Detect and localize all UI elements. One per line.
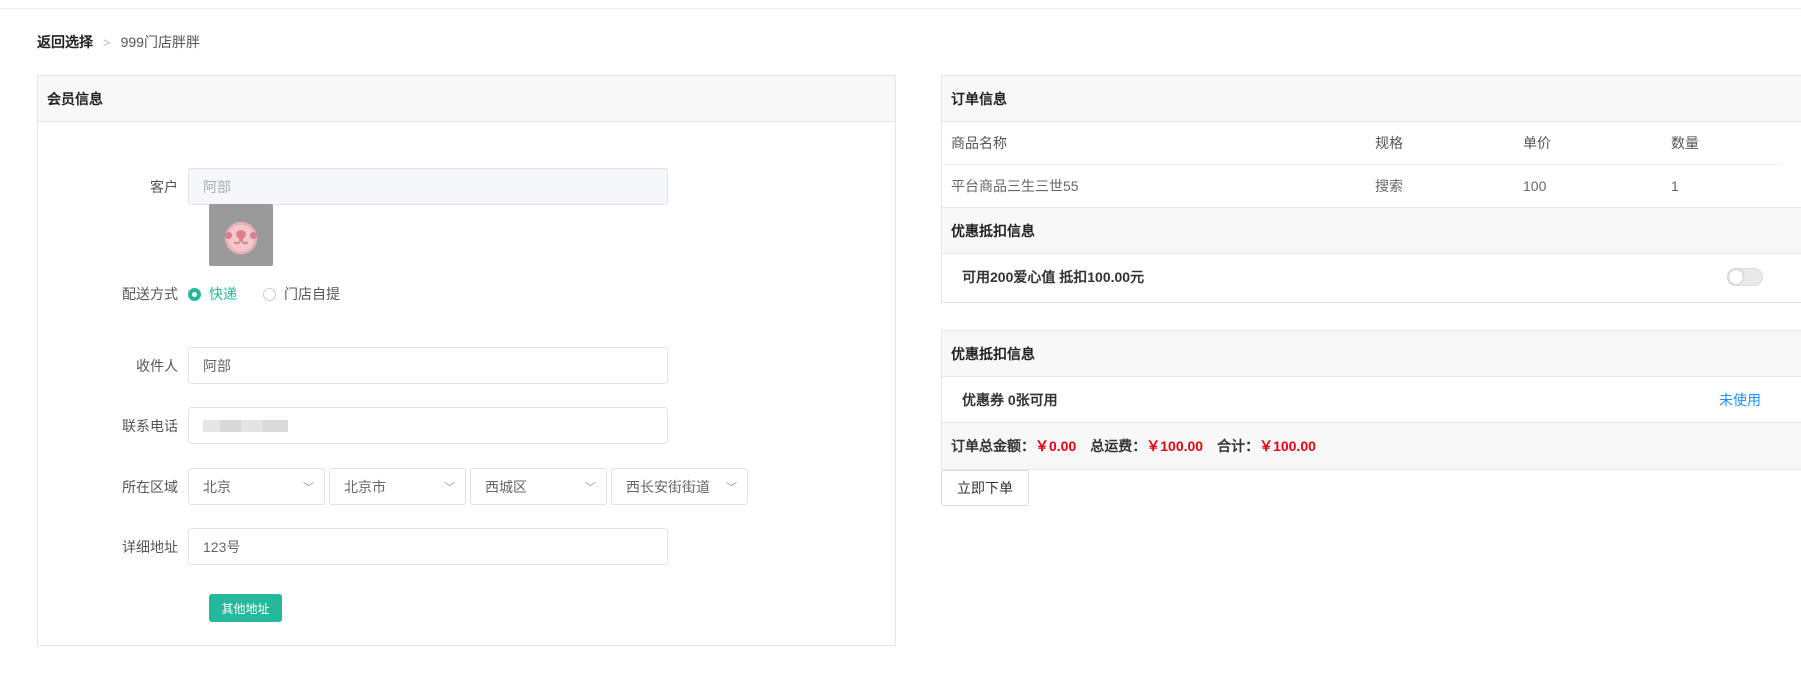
avatar: •ᴥ• [209,204,273,266]
address-label: 详细地址 [122,538,178,555]
place-order-button[interactable]: 立即下单 [941,470,1029,506]
street-select[interactable]: 西长安街街道 ﹀ [611,468,748,505]
cell-product-name: 平台商品三生三世55 [951,178,1079,194]
coupon-panel: 优惠抵扣信息 优惠券 0张可用 未使用 订单总金额： ￥0.00 总运费： ￥1… [941,330,1801,470]
chevron-down-icon: ﹀ [726,481,737,494]
sum-label: 合计： [1217,438,1260,454]
address-input[interactable]: 123号 [188,528,668,565]
radio-express[interactable]: 快递 [188,284,237,304]
radio-express-label: 快递 [209,286,237,302]
discount-text: 可用200爱心值 抵扣100.00元 [962,269,1145,285]
delivery-row: 配送方式 快递 门店自提 [38,284,366,304]
phone-row: 联系电话 [38,407,668,444]
member-info-panel: 会员信息 客户 阿部 •ᴥ• 配送方式 快递 门店自提 收件人 阿部 联系电话 … [37,75,896,646]
member-info-title: 会员信息 [38,76,895,122]
discount-row: 可用200爱心值 抵扣100.00元 [942,254,1801,300]
region-label: 所在区域 [122,478,178,495]
city-select-value: 北京市 [344,478,386,495]
discount-info-title: 优惠抵扣信息 [942,207,1801,254]
discount-toggle[interactable] [1727,268,1763,286]
customer-label: 客户 [150,178,178,195]
table-row: 平台商品三生三世55 搜索 100 1 [942,165,1783,207]
cell-spec: 搜索 [1375,178,1403,194]
order-table: 商品名称 规格 单价 数量 平台商品三生三世55 搜索 100 1 [942,122,1783,207]
customer-field-text: 阿部 [203,178,231,195]
cell-price: 100 [1523,178,1547,194]
bunny-icon: •ᴥ• [224,220,258,250]
district-select[interactable]: 西城区 ﹀ [470,468,607,505]
breadcrumb-current: 999门店胖胖 [120,34,200,50]
chevron-down-icon: ﹀ [303,481,314,494]
breadcrumb-chevron-icon: > [103,34,111,50]
radio-unchecked-icon [263,287,276,301]
breadcrumb-back-link[interactable]: 返回选择 [37,32,93,52]
order-info-title: 订单信息 [942,76,1801,122]
receiver-row: 收件人 阿部 [38,347,668,384]
address-row: 详细地址 123号 [38,528,668,565]
coupon-unused-link[interactable]: 未使用 [1719,390,1761,410]
address-input-value: 123号 [203,538,241,555]
order-total-row: 订单总金额： ￥0.00 总运费： ￥100.00 合计： ￥100.00 [942,423,1801,469]
order-info-panel: 订单信息 商品名称 规格 单价 数量 平台商品三生三世55 搜索 100 1 优… [941,75,1801,303]
shipping-label: 总运费： [1090,438,1147,454]
coupon-text: 优惠券 0张可用 [962,391,1058,408]
delivery-label: 配送方式 [122,286,178,302]
district-select-value: 西城区 [485,478,527,495]
street-select-value: 西长安街街道 [626,478,710,495]
province-select-value: 北京 [203,478,231,495]
column-header: 单价 [1523,135,1551,151]
other-address-button[interactable]: 其他地址 [209,594,282,622]
breadcrumb: 返回选择 > 999门店胖胖 [37,32,200,52]
column-header: 商品名称 [951,135,1007,151]
sum-value: ￥100.00 [1259,438,1316,454]
customer-row: 客户 阿部 [38,168,668,205]
delivery-radio-group: 快递 门店自提 [188,284,366,304]
total-label: 订单总金额： [951,438,1035,454]
receiver-input[interactable]: 阿部 [188,347,668,384]
radio-store-pickup[interactable]: 门店自提 [263,284,340,304]
total-value: ￥0.00 [1035,438,1077,454]
radio-store-pickup-label: 门店自提 [284,286,340,302]
order-table-header: 商品名称 规格 单价 数量 [942,122,1783,165]
coupon-row: 优惠券 0张可用 未使用 [942,377,1801,423]
phone-input[interactable] [188,407,668,444]
coupon-panel-title: 优惠抵扣信息 [942,331,1801,377]
radio-checked-icon [188,287,201,301]
region-row: 所在区域 北京 ﹀ 北京市 ﹀ 西城区 ﹀ 西长安街街道 ﹀ [38,468,752,505]
phone-masked-value [203,419,288,432]
province-select[interactable]: 北京 ﹀ [188,468,325,505]
phone-label: 联系电话 [122,417,178,434]
cell-quantity: 1 [1671,178,1679,194]
column-header: 规格 [1375,135,1403,151]
customer-field: 阿部 [188,168,668,205]
receiver-label: 收件人 [136,357,178,374]
column-header: 数量 [1671,135,1699,151]
top-divider [0,8,1801,9]
shipping-value: ￥100.00 [1146,438,1204,454]
city-select[interactable]: 北京市 ﹀ [329,468,466,505]
chevron-down-icon: ﹀ [444,481,455,494]
receiver-input-value: 阿部 [203,357,231,374]
chevron-down-icon: ﹀ [585,481,596,494]
